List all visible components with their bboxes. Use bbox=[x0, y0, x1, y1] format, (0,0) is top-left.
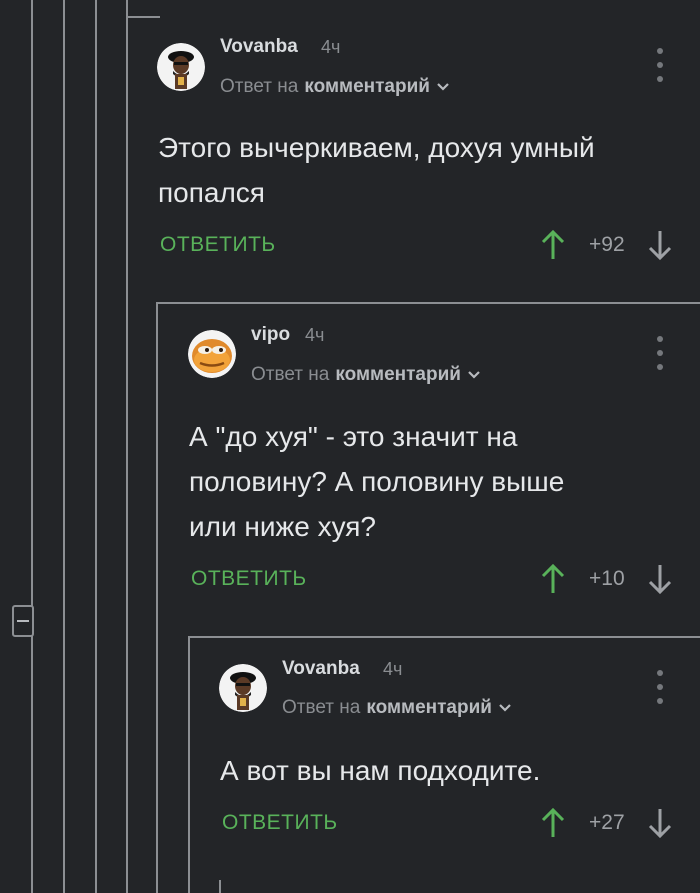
reply-prefix: Ответ на bbox=[282, 697, 361, 718]
timestamp: 4ч bbox=[383, 659, 403, 679]
chevron-down-icon[interactable] bbox=[498, 701, 512, 715]
more-options-icon[interactable] bbox=[650, 670, 670, 704]
upvote-arrow-icon[interactable] bbox=[540, 807, 566, 839]
black-beret-avatar-icon[interactable] bbox=[219, 664, 267, 712]
username[interactable]: Vovanba bbox=[282, 658, 360, 680]
comment-text-line: А вот вы нам подходите. bbox=[220, 755, 541, 786]
reply-button[interactable]: ОТВЕТИТЬ bbox=[222, 811, 338, 835]
rating-value: +27 bbox=[589, 811, 625, 834]
reply-to-line: Ответ на комментарий bbox=[282, 697, 512, 719]
comment-text: А вот вы нам подходите. bbox=[220, 748, 540, 793]
thread-line bbox=[219, 880, 221, 893]
downvote-arrow-icon[interactable] bbox=[647, 807, 673, 839]
comment-thread: Vovanba 4ч Ответ на комментарий Этого вы… bbox=[0, 0, 700, 893]
comment: Vovanba 4ч Ответ на комментарий А вот вы… bbox=[0, 0, 700, 860]
reply-to-link[interactable]: комментарий bbox=[366, 697, 492, 719]
